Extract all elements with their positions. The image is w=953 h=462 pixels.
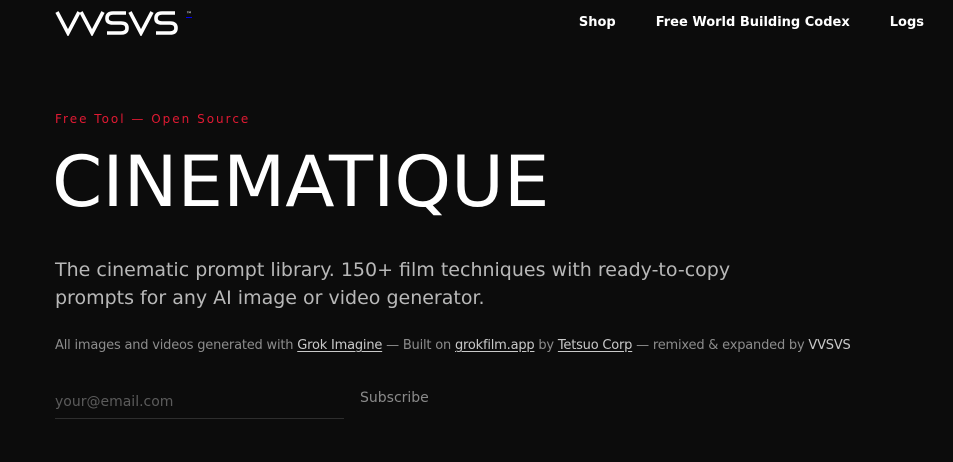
subscribe-button[interactable]: Subscribe — [360, 390, 429, 406]
hero-eyebrow: Free Tool — Open Source — [55, 112, 251, 126]
brand-logo[interactable]: ™ — [55, 10, 192, 36]
nav-item-world-building-codex[interactable]: Free World Building Codex — [656, 15, 850, 30]
tetsuo-corp-link[interactable]: Tetsuo Corp — [558, 338, 633, 353]
credits-prefix: All images and videos generated with — [55, 338, 298, 353]
credits-line: All images and videos generated with Gro… — [55, 338, 851, 353]
grokfilm-link[interactable]: grokfilm.app — [455, 338, 535, 353]
logo-wordmark-icon — [55, 11, 178, 36]
main-nav: Shop Free World Building Codex Logs — [579, 15, 924, 30]
credits-middle-2: by — [534, 338, 558, 353]
nav-item-shop[interactable]: Shop — [579, 15, 616, 30]
grok-imagine-link[interactable]: Grok Imagine — [297, 338, 382, 353]
credits-brand: VVSVS — [808, 338, 851, 353]
page: ™ Shop Free World Building Codex Logs Fr… — [0, 0, 953, 462]
credits-middle-3: — remixed & expanded by — [632, 338, 809, 353]
hero-subtitle: The cinematic prompt library. 150+ film … — [55, 259, 731, 309]
nav-item-logs[interactable]: Logs — [890, 15, 924, 30]
credits-middle-1: — Built on — [382, 338, 455, 353]
trademark-symbol: ™ — [186, 11, 192, 18]
page-title: CINEMATIQUE — [52, 141, 550, 223]
email-input[interactable] — [55, 386, 344, 419]
